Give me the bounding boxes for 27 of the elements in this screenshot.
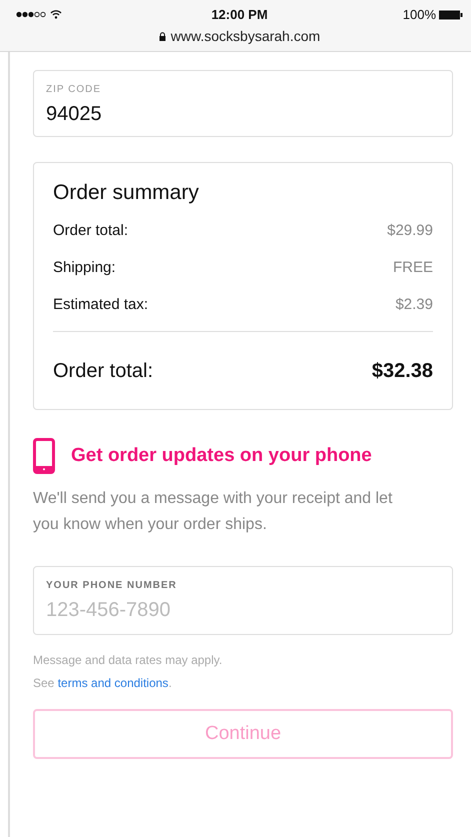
- phone-number-label: YOUR PHONE NUMBER: [46, 580, 178, 591]
- status-time: 12:00 PM: [211, 7, 268, 22]
- summary-value: FREE: [392, 259, 433, 276]
- signal-icon: [16, 11, 46, 18]
- phone-number-input[interactable]: 123-456-7890: [46, 599, 440, 622]
- phone-icon: [33, 438, 55, 474]
- summary-value: $29.99: [387, 222, 433, 239]
- summary-title: Order summary: [53, 181, 200, 205]
- terms-link[interactable]: terms and conditions: [58, 676, 168, 690]
- updates-description: We'll send you a message with your receipt and let you know when your order ships.: [33, 489, 394, 535]
- summary-label: Shipping:: [53, 259, 116, 276]
- battery-icon: [439, 10, 463, 20]
- summary-label: Order total:: [53, 222, 128, 239]
- battery-level: 100%: [402, 7, 436, 22]
- url-text[interactable]: www.socksbysarah.com: [170, 28, 320, 44]
- rates-note: Message and data rates may apply.: [33, 652, 224, 669]
- wifi-icon: [50, 10, 62, 19]
- updates-heading: Get order updates on your phone: [71, 445, 372, 467]
- period-text: .: [168, 676, 172, 690]
- summary-value: $2.39: [395, 296, 433, 313]
- phone-number-field[interactable]: YOUR PHONE NUMBER 123-456-7890: [33, 566, 453, 635]
- zip-code-field[interactable]: ZIP CODE 94025: [33, 70, 453, 137]
- see-text: See: [33, 676, 54, 690]
- total-label: Order total:: [53, 360, 154, 383]
- total-value: $32.38: [372, 360, 433, 383]
- lock-icon: [158, 32, 166, 40]
- summary-label: Estimated tax:: [53, 296, 148, 313]
